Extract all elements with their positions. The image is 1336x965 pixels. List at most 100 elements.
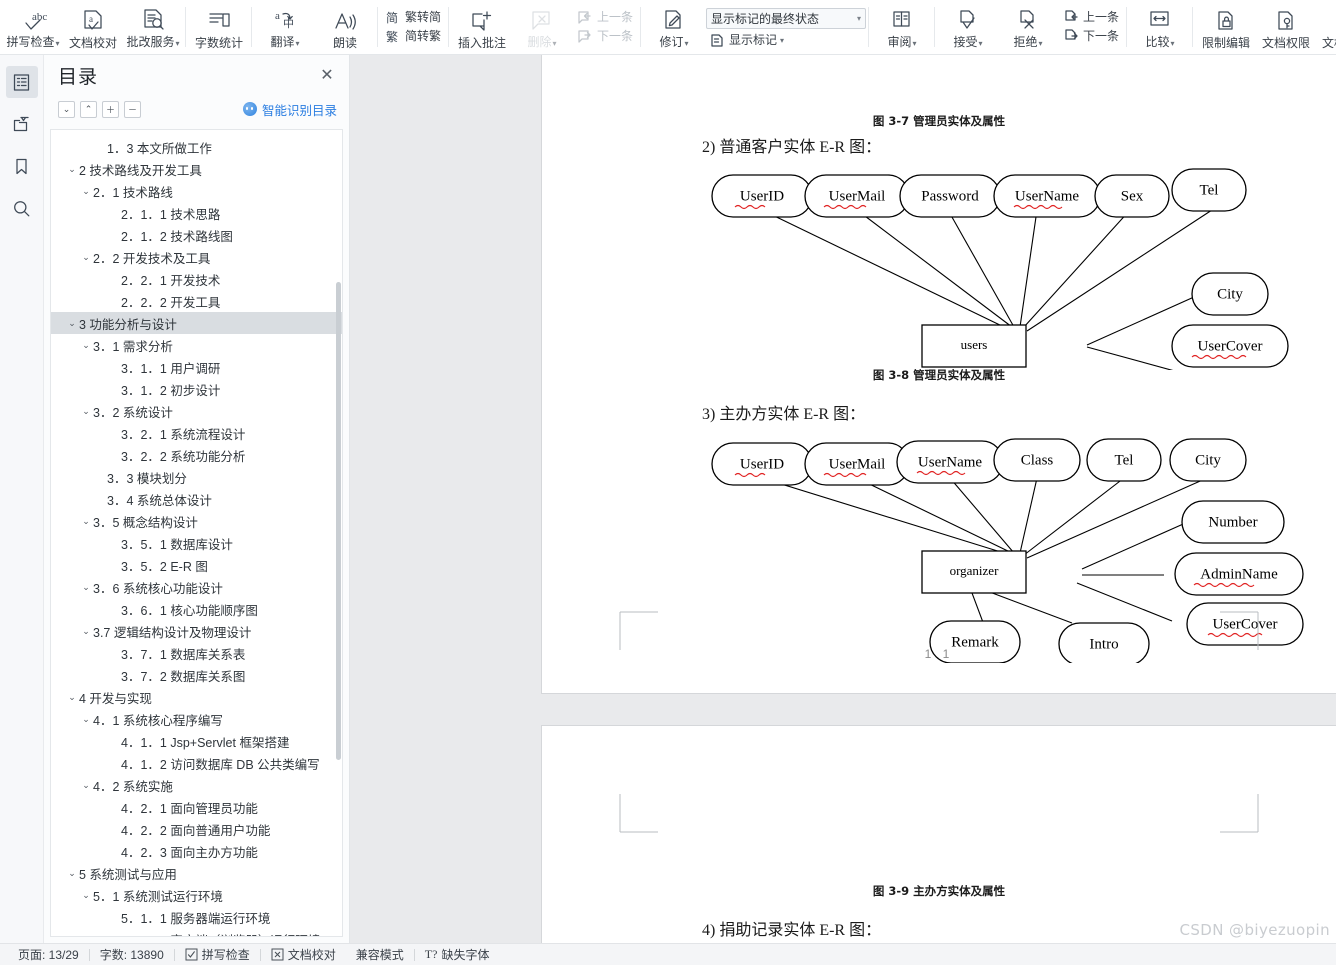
toc-item[interactable]: 3．6．1 核心功能顺序图 bbox=[51, 598, 342, 620]
toc-item[interactable]: 2．1．1 技术思路 bbox=[51, 202, 342, 224]
collapse-up-button[interactable]: ⌃ bbox=[80, 100, 97, 118]
toc-item[interactable]: ⌄ 3 功能分析与设计 bbox=[51, 312, 342, 334]
reject-change-button[interactable]: 拒绝▾ bbox=[998, 0, 1058, 54]
chevron-down-icon[interactable]: ⌄ bbox=[79, 890, 93, 901]
toc-item[interactable]: 4．2．3 面向主办方功能 bbox=[51, 840, 342, 862]
toc-item[interactable]: ⌄ 5 系统测试与应用 bbox=[51, 862, 342, 884]
expand-down-button[interactable]: ⌄ bbox=[58, 100, 75, 118]
chevron-down-icon[interactable]: ▾ bbox=[913, 39, 917, 48]
increase-level-button[interactable]: ＋ bbox=[102, 100, 119, 118]
read-aloud-button[interactable]: 朗读 bbox=[315, 0, 375, 54]
status-compat-mode[interactable]: 兼容模式 bbox=[346, 946, 414, 963]
previous-change-button[interactable]: 上一条 bbox=[1058, 8, 1124, 27]
delete-comment-button[interactable]: 删除▾ bbox=[512, 0, 572, 54]
toc-item[interactable]: ⌄ 3.7 逻辑结构设计及物理设计 bbox=[51, 620, 342, 642]
toc-item[interactable]: 3．5．1 数据库设计 bbox=[51, 532, 342, 554]
toc-tree[interactable]: 1．3 本文所做工作 ⌄ 2 技术路线及开发工具 ⌄ 2．1 技术路线 2．1．1 技术思… bbox=[50, 129, 343, 937]
word-count-button[interactable]: 字数统计 bbox=[189, 0, 249, 54]
trad-to-simp-button[interactable]: 简 繁转简 bbox=[381, 8, 446, 27]
sidebar-item-chapters[interactable] bbox=[6, 108, 38, 140]
next-change-button[interactable]: 下一条 bbox=[1058, 27, 1124, 46]
status-proofread[interactable]: 文档校对 bbox=[261, 946, 346, 963]
simp-to-trad-button[interactable]: 繁 简转繁 bbox=[381, 27, 446, 46]
decrease-level-button[interactable]: － bbox=[124, 100, 141, 118]
status-page-indicator[interactable]: 页面: 13/29 bbox=[8, 946, 89, 963]
chevron-down-icon[interactable]: ⌄ bbox=[65, 164, 79, 175]
toc-item[interactable]: 3．3 模块划分 bbox=[51, 466, 342, 488]
accept-change-button[interactable]: 接受▾ bbox=[938, 0, 998, 54]
document-canvas[interactable]: 图 3-7 管理员实体及属性 2) 普通客户实体 E-R 图： UserID U… bbox=[350, 55, 1336, 943]
chevron-down-icon[interactable]: ⌄ bbox=[65, 868, 79, 879]
toc-item[interactable]: 2．2．2 开发工具 bbox=[51, 290, 342, 312]
toc-item[interactable]: ⌄ 3．1 需求分析 bbox=[51, 334, 342, 356]
chevron-down-icon[interactable]: ⌄ bbox=[79, 186, 93, 197]
sidebar-item-outline[interactable] bbox=[5, 66, 38, 98]
status-spellcheck[interactable]: 拼写检查 bbox=[175, 946, 260, 963]
review-pane-button[interactable]: 审阅▾ bbox=[872, 0, 932, 54]
chevron-down-icon[interactable]: ⌄ bbox=[79, 626, 93, 637]
toc-item[interactable]: 1．3 本文所做工作 bbox=[51, 136, 342, 158]
chevron-down-icon[interactable]: ⌄ bbox=[79, 780, 93, 791]
toc-item[interactable]: 4．2．2 面向普通用户功能 bbox=[51, 818, 342, 840]
toc-item[interactable]: 3．2．2 系统功能分析 bbox=[51, 444, 342, 466]
chevron-down-icon[interactable]: ⌄ bbox=[79, 516, 93, 527]
chevron-down-icon[interactable]: ▾ bbox=[685, 39, 689, 48]
toc-item[interactable]: 3．4 系统总体设计 bbox=[51, 488, 342, 510]
toc-item[interactable]: ⌄ 4 开发与实现 bbox=[51, 686, 342, 708]
toc-item[interactable]: 2．2．1 开发技术 bbox=[51, 268, 342, 290]
toc-item[interactable]: 5．1．1 服务器端运行环境 bbox=[51, 906, 342, 928]
translate-button[interactable]: a 中 翻译▾ bbox=[255, 0, 315, 54]
status-missing-font[interactable]: T? 缺失字体 bbox=[415, 946, 500, 963]
toc-item[interactable]: 5．1．2 客户端（浏览器）运行环境 bbox=[51, 928, 342, 937]
chevron-down-icon[interactable]: ▾ bbox=[1039, 39, 1043, 48]
track-changes-button[interactable]: 修订▾ bbox=[644, 0, 704, 54]
toc-item[interactable]: 4．1．1 Jsp+Servlet 框架搭建 bbox=[51, 730, 342, 752]
status-word-count[interactable]: 字数: 13890 bbox=[90, 946, 174, 963]
document-proofread-button[interactable]: a 文档校对 bbox=[63, 0, 123, 54]
compare-documents-button[interactable]: 比较▾ bbox=[1130, 0, 1190, 54]
chevron-down-icon[interactable]: ⌄ bbox=[79, 406, 93, 417]
toc-scrollbar[interactable] bbox=[336, 282, 341, 760]
chevron-down-icon[interactable]: ▾ bbox=[857, 14, 861, 23]
document-certify-button[interactable]: 文档认证 bbox=[1316, 0, 1336, 54]
chevron-down-icon[interactable]: ▾ bbox=[553, 39, 557, 48]
toc-item[interactable]: 3．2．1 系统流程设计 bbox=[51, 422, 342, 444]
chevron-down-icon[interactable]: ▾ bbox=[296, 39, 300, 48]
chevron-down-icon[interactable]: ▾ bbox=[1171, 39, 1175, 48]
chevron-down-icon[interactable]: ▾ bbox=[176, 39, 180, 48]
document-permission-button[interactable]: 文档权限 bbox=[1256, 0, 1316, 54]
correction-service-button[interactable]: 批改服务▾ bbox=[123, 0, 183, 54]
toc-item[interactable]: 3．1．2 初步设计 bbox=[51, 378, 342, 400]
chevron-down-icon[interactable]: ⌄ bbox=[79, 582, 93, 593]
toc-item[interactable]: ⌄ 2．2 开发技术及工具 bbox=[51, 246, 342, 268]
next-comment-button[interactable]: 下一条 bbox=[572, 27, 638, 46]
restrict-editing-button[interactable]: 限制编辑 bbox=[1196, 0, 1256, 54]
smart-toc-button[interactable]: 智能识别目录 bbox=[242, 100, 337, 119]
toc-item[interactable]: 2．1．2 技术路线图 bbox=[51, 224, 342, 246]
chevron-down-icon[interactable]: ▾ bbox=[56, 39, 60, 48]
chevron-down-icon[interactable]: ⌄ bbox=[79, 714, 93, 725]
toc-item[interactable]: ⌄ 5．1 系统测试运行环境 bbox=[51, 884, 342, 906]
insert-comment-button[interactable]: 插入批注 bbox=[452, 0, 512, 54]
chevron-down-icon[interactable]: ⌄ bbox=[65, 318, 79, 329]
toc-item[interactable]: 4．2．1 面向管理员功能 bbox=[51, 796, 342, 818]
chevron-down-icon[interactable]: ▾ bbox=[780, 33, 784, 48]
previous-comment-button[interactable]: 上一条 bbox=[572, 8, 638, 27]
chevron-down-icon[interactable]: ⌄ bbox=[79, 252, 93, 263]
markup-state-dropdown[interactable]: 显示标记的最终状态 ▾ bbox=[706, 8, 867, 29]
toc-item[interactable]: 3．7．1 数据库关系表 bbox=[51, 642, 342, 664]
chevron-down-icon[interactable]: ▾ bbox=[979, 39, 983, 48]
spellcheck-button[interactable]: abc 拼写检查▾ bbox=[3, 0, 63, 54]
toc-item[interactable]: ⌄ 4．2 系统实施 bbox=[51, 774, 342, 796]
chevron-down-icon[interactable]: ⌄ bbox=[65, 692, 79, 703]
toc-item[interactable]: 3．1．1 用户调研 bbox=[51, 356, 342, 378]
toc-item[interactable]: ⌄ 2 技术路线及开发工具 bbox=[51, 158, 342, 180]
close-icon[interactable]: ✕ bbox=[317, 65, 337, 85]
sidebar-item-search[interactable] bbox=[6, 192, 38, 224]
sidebar-item-bookmarks[interactable] bbox=[6, 150, 38, 182]
show-markup-button[interactable]: 显示标记 ▾ bbox=[704, 31, 866, 50]
chevron-down-icon[interactable]: ⌄ bbox=[79, 340, 93, 351]
toc-item[interactable]: ⌄ 3．2 系统设计 bbox=[51, 400, 342, 422]
toc-item[interactable]: 4．1．2 访问数据库 DB 公共类编写 bbox=[51, 752, 342, 774]
toc-item[interactable]: 3．5．2 E-R 图 bbox=[51, 554, 342, 576]
